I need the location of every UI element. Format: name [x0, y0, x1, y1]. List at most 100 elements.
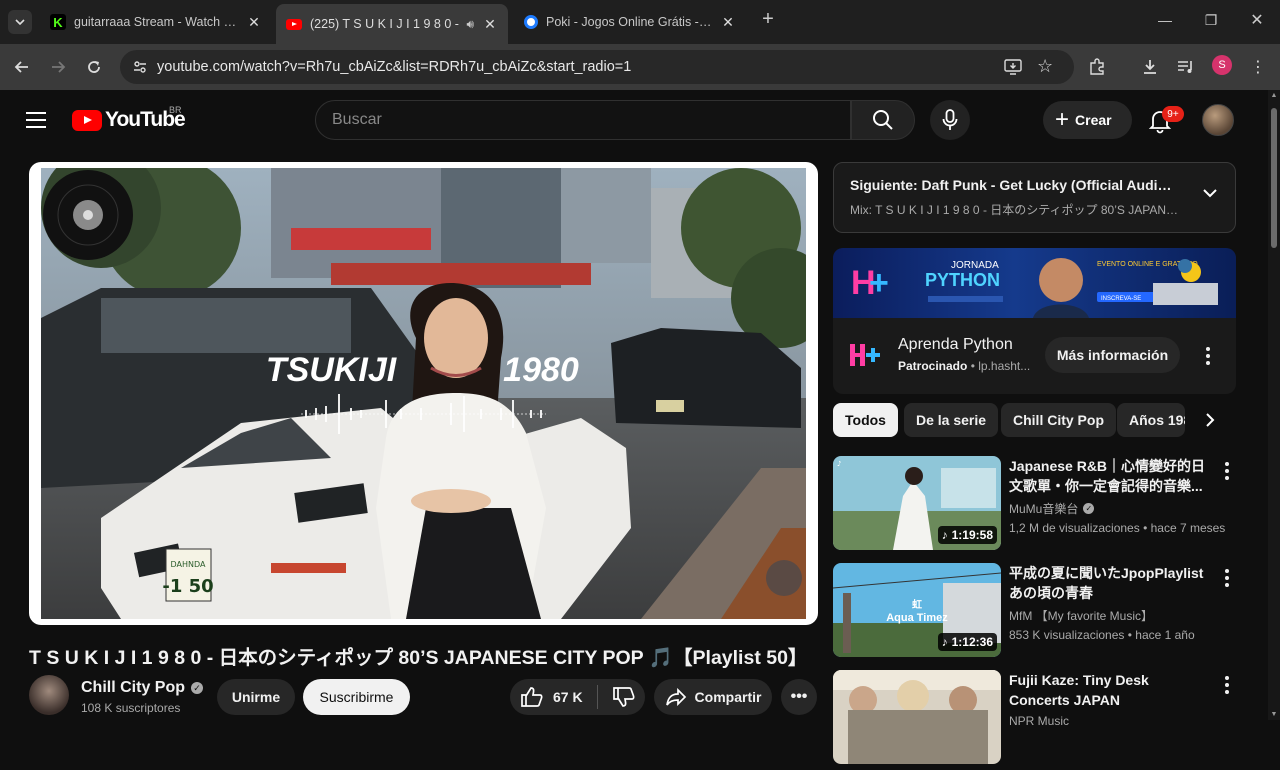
video-frame[interactable]: DAHNDA -1 50 TSUKIJI 1980: [41, 168, 806, 619]
restore-icon[interactable]: ❐: [1201, 12, 1221, 29]
share-icon: [665, 688, 686, 706]
reload-icon[interactable]: [82, 55, 106, 79]
page-scrollbar[interactable]: ▲ ▼: [1268, 90, 1280, 720]
video-thumbnail[interactable]: ♪ ♪ 1:19:58: [833, 456, 1001, 550]
recommendation-options-icon[interactable]: [1225, 676, 1229, 697]
channel-name[interactable]: Chill City Pop ✓: [81, 679, 203, 697]
share-button[interactable]: Compartir: [654, 679, 772, 715]
overlay-title-left: TSUKIJI: [266, 351, 398, 389]
video-thumbnail[interactable]: 虹 Aqua Timez ♪ 1:12:36: [833, 563, 1001, 657]
chip-de-la-serie[interactable]: De la serie: [904, 403, 999, 437]
menu-icon[interactable]: [26, 112, 46, 133]
up-next-subtitle: Mix: T S U K I J I 1 9 8 0 - 日本のシティポップ 8…: [850, 203, 1180, 217]
tab-youtube[interactable]: (225) T S U K I J I 1 9 8 0 - 🔊︎ ✕: [276, 4, 508, 44]
channel-avatar[interactable]: [29, 675, 69, 715]
profile-avatar[interactable]: S: [1212, 55, 1232, 75]
sponsored-ad[interactable]: H + JORNADA PYTHON EVENTO ONLINE E GRATU…: [833, 248, 1236, 394]
chip-todos[interactable]: Todos: [833, 403, 898, 437]
tab-search-button[interactable]: [8, 10, 32, 34]
more-actions-button[interactable]: •••: [781, 679, 817, 715]
tab-title: guitarraaa Stream - Watch Live: [74, 15, 238, 29]
browser-menu-icon[interactable]: ⋮: [1246, 55, 1270, 79]
ad-options-icon[interactable]: [1206, 347, 1210, 368]
youtube-page: YouTube BR Buscar + Crear 9+ DAHNDA -1 5…: [0, 90, 1268, 764]
recommendation-item[interactable]: 虹 Aqua Timez ♪ 1:12:36 平成の夏に聞いたJpopPlayl…: [833, 563, 1236, 663]
like-button[interactable]: 67 K: [520, 686, 583, 708]
svg-text:+: +: [869, 264, 889, 302]
youtube-icon: [286, 18, 302, 30]
account-avatar[interactable]: [1202, 104, 1234, 136]
search-button[interactable]: [851, 100, 915, 140]
video-player[interactable]: DAHNDA -1 50 TSUKIJI 1980: [29, 162, 818, 625]
close-window-icon[interactable]: ✕: [1247, 10, 1267, 30]
thumb-text-1: 虹: [912, 598, 922, 611]
ad-banner[interactable]: H + JORNADA PYTHON EVENTO ONLINE E GRATU…: [833, 248, 1236, 318]
recommendation-options-icon[interactable]: [1225, 569, 1229, 590]
bookmark-star-icon[interactable]: ☆: [1037, 56, 1053, 77]
create-button[interactable]: + Crear: [1043, 101, 1132, 139]
media-controls-icon[interactable]: [1174, 55, 1198, 79]
speaker-icon[interactable]: 🔊︎: [466, 17, 474, 32]
tab-title: (225) T S U K I J I 1 9 8 0 -: [310, 17, 459, 31]
recommendation-item[interactable]: Fujii Kaze: Tiny Desk Concerts JAPAN NPR…: [833, 670, 1236, 770]
recommendation-meta: 1,2 M de visualizaciones • hace 7 meses: [1009, 521, 1226, 535]
tab-kick[interactable]: K guitarraaa Stream - Watch Live ✕: [40, 6, 272, 38]
channel-name-text: MuMu音樂台: [1009, 502, 1079, 516]
ad-sponsored-label: Patrocinado: [898, 359, 968, 373]
video-thumbnail[interactable]: [833, 670, 1001, 764]
recommendation-item[interactable]: ♪ ♪ 1:19:58 Japanese R&B｜心情變好的日文歌單・你一定會記…: [833, 456, 1236, 556]
scrollbar-thumb[interactable]: [1271, 108, 1277, 248]
scroll-down-icon[interactable]: ▼: [1270, 711, 1278, 718]
site-info-icon[interactable]: [132, 59, 148, 75]
ad-more-info-button[interactable]: Más información: [1045, 337, 1180, 373]
duration-text: 1:12:36: [951, 635, 993, 649]
install-app-icon[interactable]: [1004, 59, 1022, 75]
like-count: 67 K: [553, 689, 583, 705]
tab-poki[interactable]: Poki - Jogos Online Grátis - Jog ✕: [514, 6, 746, 38]
join-button[interactable]: Unirme: [217, 679, 295, 715]
poki-icon: [524, 15, 538, 29]
search-input[interactable]: Buscar: [315, 100, 851, 140]
search-placeholder: Buscar: [332, 111, 382, 128]
share-label: Compartir: [694, 689, 762, 705]
music-note-icon: ♪: [941, 635, 948, 649]
scroll-up-icon[interactable]: ▲: [1270, 92, 1278, 99]
close-tab-icon[interactable]: ✕: [246, 14, 262, 31]
extensions-icon[interactable]: [1085, 55, 1109, 79]
recommendation-options-icon[interactable]: [1225, 462, 1229, 483]
voice-search-button[interactable]: [930, 100, 970, 140]
plate-line2: -1 50: [162, 576, 213, 597]
recommendation-meta: 853 K visualizaciones • hace 1 año: [1009, 628, 1195, 642]
forward-icon[interactable]: [46, 55, 70, 79]
back-icon[interactable]: [10, 55, 34, 79]
download-icon[interactable]: [1138, 55, 1162, 79]
up-next-card[interactable]: Siguiente: Daft Punk - Get Lucky (Offici…: [833, 162, 1236, 233]
chip-anos-1980[interactable]: Años 1980: [1117, 403, 1185, 437]
verified-icon: ✓: [1083, 503, 1095, 514]
recommendation-channel[interactable]: NPR Music: [1009, 714, 1069, 728]
divider: [596, 685, 598, 709]
youtube-logo[interactable]: YouTube BR: [72, 105, 186, 132]
duration-badge: ♪ 1:19:58: [937, 526, 997, 544]
dislike-button[interactable]: [612, 686, 636, 708]
close-tab-icon[interactable]: ✕: [720, 14, 736, 31]
duration-text: 1:19:58: [951, 528, 993, 542]
filter-chips: Todos De la serie Chill City Pop Años 19…: [833, 403, 1233, 437]
microphone-icon: [942, 109, 958, 130]
verified-icon: ✓: [191, 682, 203, 694]
subscribe-button[interactable]: Suscribirme: [303, 679, 410, 715]
close-tab-icon[interactable]: ✕: [482, 16, 498, 33]
new-tab-button[interactable]: +: [758, 8, 778, 31]
chevron-down-icon: [1203, 189, 1217, 198]
chip-chill-city-pop[interactable]: Chill City Pop: [1001, 403, 1116, 437]
minimize-icon[interactable]: —: [1155, 12, 1175, 28]
video-title: T S U K I J I 1 9 8 0 - 日本のシティポップ 80’S J…: [29, 647, 808, 669]
chevron-right-icon[interactable]: [1205, 412, 1215, 428]
address-bar[interactable]: youtube.com/watch?v=Rh7u_cbAiZc&list=RDR…: [120, 50, 1074, 84]
duration-badge: ♪ 1:12:36: [937, 633, 997, 651]
recommendation-channel[interactable]: MuMu音樂台 ✓: [1009, 500, 1095, 517]
ad-advertiser-name: Aprenda Python: [898, 336, 1013, 353]
recommendation-channel[interactable]: MfM 【My favorite Music】: [1009, 607, 1153, 624]
ad-domain: lp.hasht...: [978, 359, 1031, 373]
chevron-down-icon: [15, 19, 25, 25]
